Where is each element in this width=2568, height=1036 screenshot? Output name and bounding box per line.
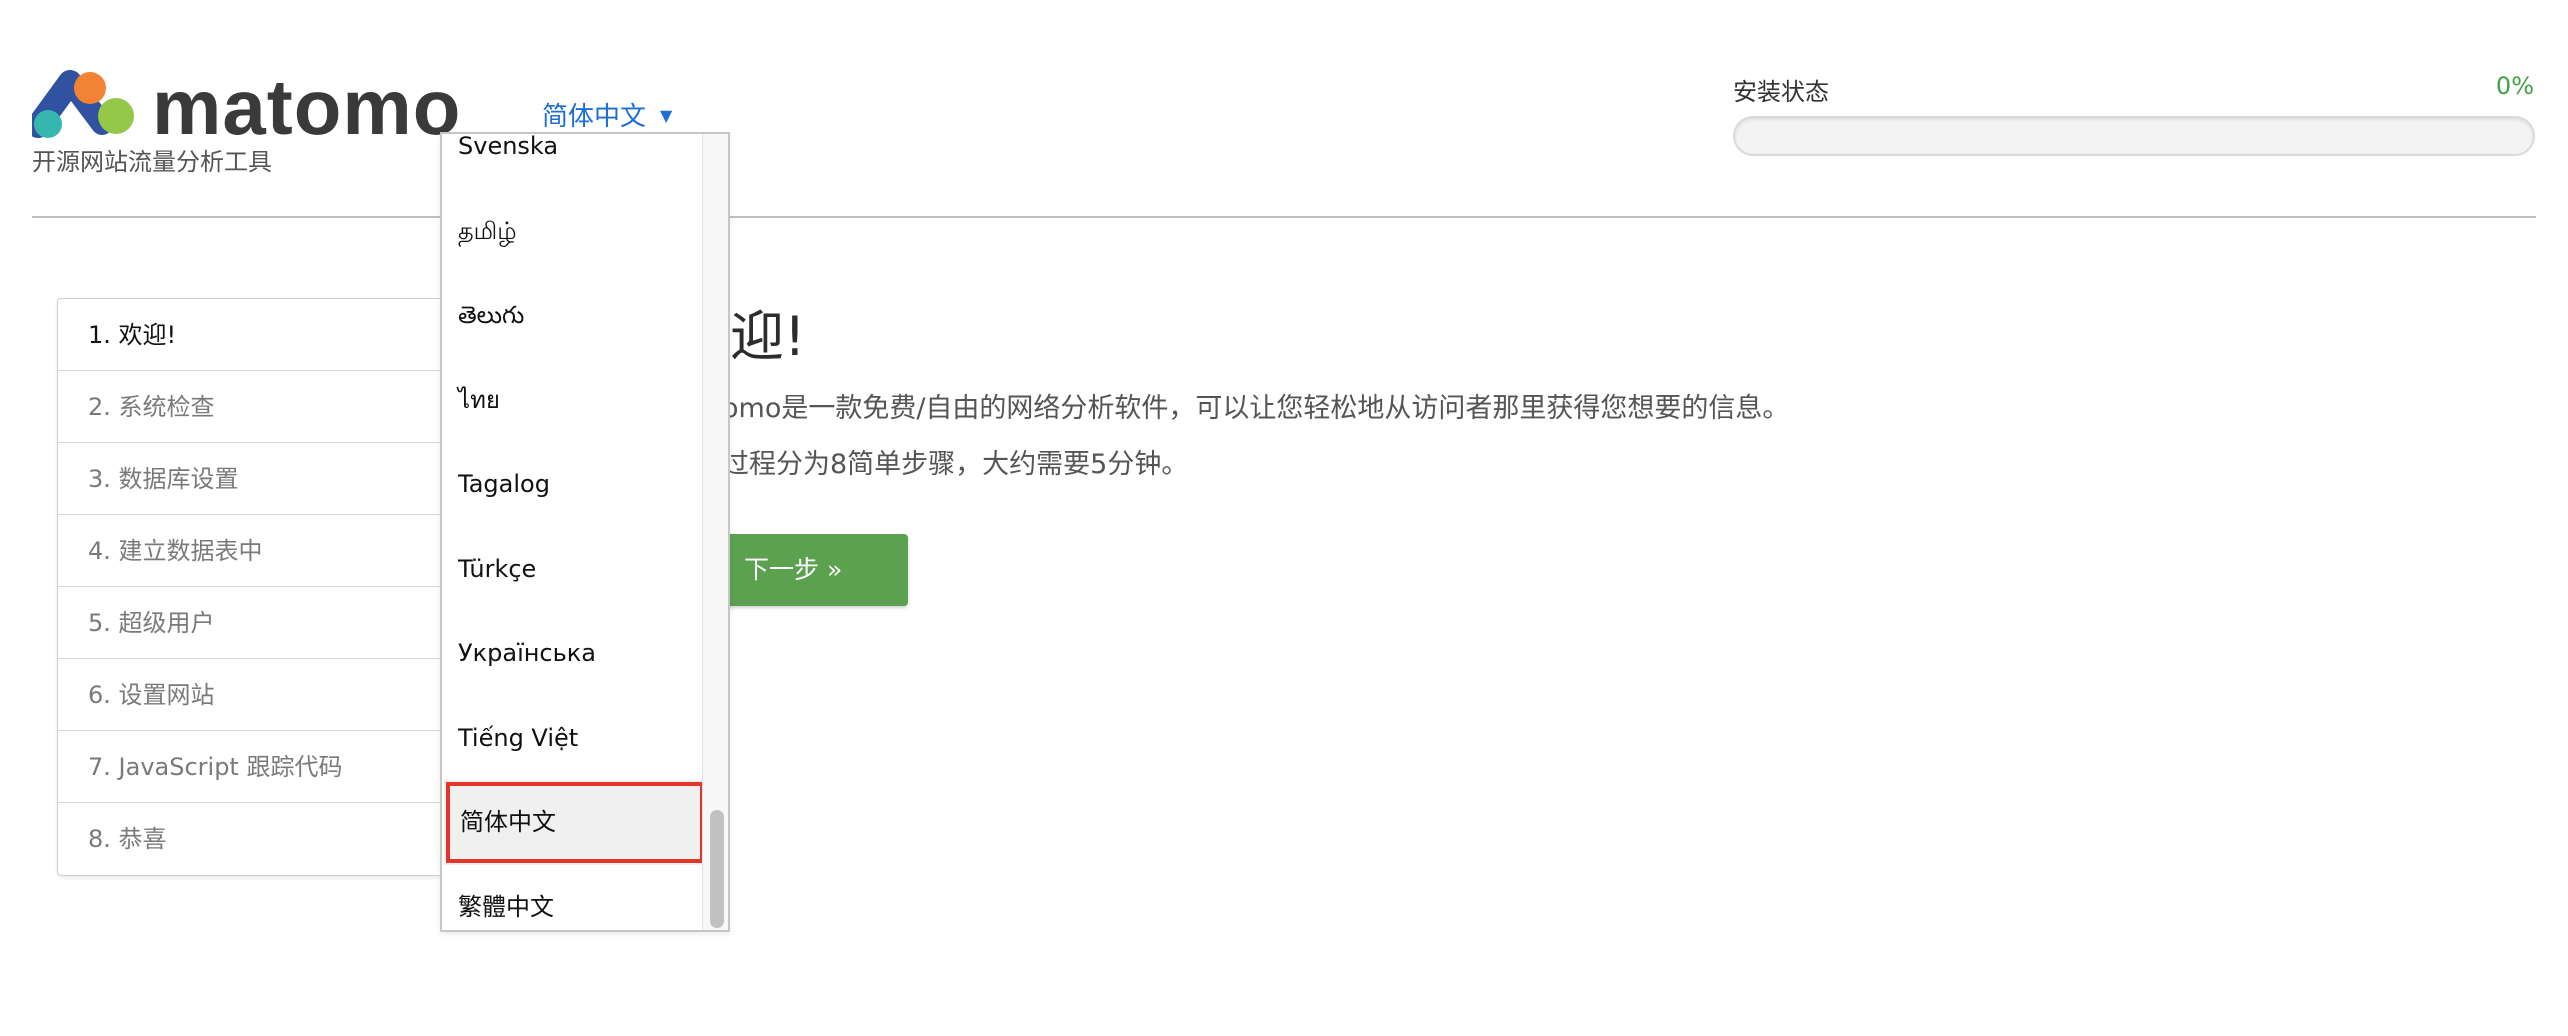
language-option-simplified-chinese[interactable]: 简体中文 xyxy=(444,780,706,865)
language-option-traditional-chinese[interactable]: 繁體中文 xyxy=(442,865,704,931)
language-dropdown[interactable]: Svenska தமிழ் తెలుగు ไทย Tagalog Türkçe … xyxy=(440,132,730,932)
language-option-thai[interactable]: ไทย xyxy=(442,358,704,443)
installation-steps: 1. 欢迎! 2. 系统检查 3. 数据库设置 4. 建立数据表中 5. 超级用… xyxy=(57,298,457,876)
matomo-logo-icon xyxy=(32,70,134,138)
header-divider xyxy=(32,216,2536,218)
step-welcome: 1. 欢迎! xyxy=(58,299,456,371)
intro-paragraph: omo是一款免费/自由的网络分析软件，可以让您轻松地从访问者那里获得您想要的信息… xyxy=(722,393,1790,424)
step-create-tables: 4. 建立数据表中 xyxy=(58,515,456,587)
language-option-tagalog[interactable]: Tagalog xyxy=(442,442,704,527)
language-option-vietnamese[interactable]: Tiếng Việt xyxy=(442,696,704,781)
step-js-tracking-code: 7. JavaScript 跟踪代码 xyxy=(58,731,456,803)
language-option-ukrainian[interactable]: Українська xyxy=(442,611,704,696)
page-title: 迎! xyxy=(730,305,806,368)
install-status-percent: 0% xyxy=(2495,72,2534,100)
step-database-setup: 3. 数据库设置 xyxy=(58,443,456,515)
caret-down-icon: ▼ xyxy=(660,106,673,125)
step-superuser: 5. 超级用户 xyxy=(58,587,456,659)
language-option-svenska[interactable]: Svenska xyxy=(442,134,704,189)
step-setup-website: 6. 设置网站 xyxy=(58,659,456,731)
step-congratulations: 8. 恭喜 xyxy=(88,825,167,853)
step-system-check: 2. 系统检查 xyxy=(58,371,456,443)
steps-paragraph: 过程分为8简单步骤，大约需要5分钟。 xyxy=(722,449,1189,480)
language-option-tamil[interactable]: தமிழ் xyxy=(442,189,704,274)
language-options-list: Svenska தமிழ் తెలుగు ไทย Tagalog Türkçe … xyxy=(442,134,706,931)
install-status-label: 安装状态 xyxy=(1733,78,1829,106)
language-option-telugu[interactable]: తెలుగు xyxy=(442,273,704,358)
next-button[interactable]: 下一步 » xyxy=(706,534,908,606)
install-progress-bar xyxy=(1733,116,2535,156)
dropdown-scrollbar[interactable] xyxy=(702,134,728,930)
tagline: 开源网站流量分析工具 xyxy=(32,148,272,176)
language-selector-label: 简体中文 xyxy=(542,102,647,132)
language-option-turkish[interactable]: Türkçe xyxy=(442,527,704,612)
dropdown-scroll-thumb[interactable] xyxy=(710,810,724,928)
language-selector[interactable]: 简体中文 ▼ xyxy=(542,96,672,133)
matomo-logo: matomo xyxy=(32,63,482,151)
